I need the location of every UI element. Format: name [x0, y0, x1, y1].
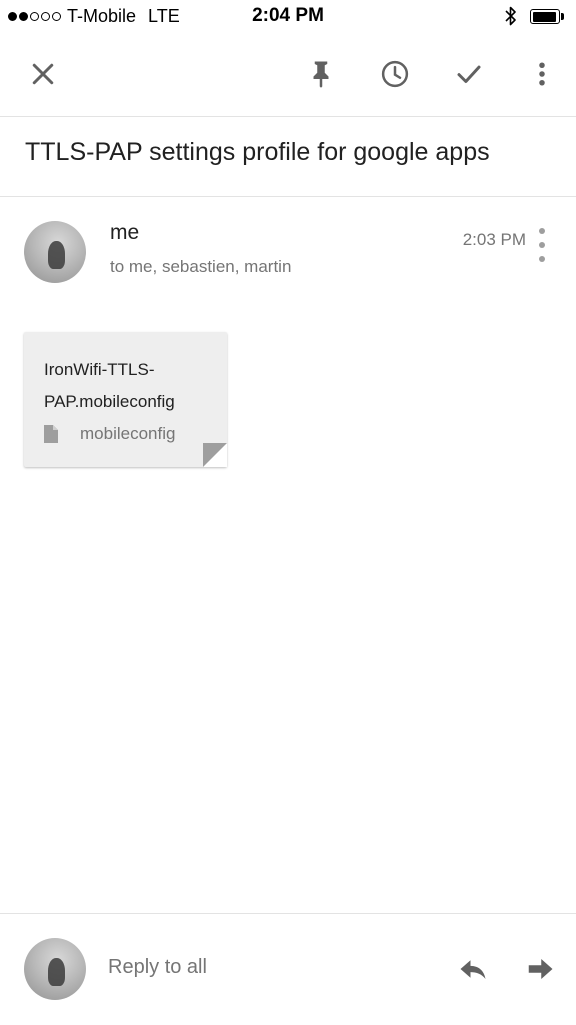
- status-bar: T-Mobile LTE 2:04 PM: [0, 0, 576, 34]
- recipients-list[interactable]: to me, sebastien, martin: [110, 257, 291, 277]
- attachment-name: IronWifi-TTLS-PAP.mobileconfig: [44, 360, 175, 411]
- battery-tip: [561, 13, 564, 20]
- more-vert-icon[interactable]: [522, 54, 562, 94]
- email-subject: TTLS-PAP settings profile for google app…: [25, 138, 490, 166]
- battery-icon: [530, 9, 560, 24]
- message-more-icon[interactable]: [532, 228, 552, 262]
- reply-all-input[interactable]: Reply to all: [108, 956, 207, 979]
- subject-divider: [0, 196, 576, 197]
- attachment-card[interactable]: IronWifi-TTLS-PAP.mobileconfig mobilecon…: [24, 332, 227, 467]
- check-icon[interactable]: [449, 54, 489, 94]
- pin-icon[interactable]: [301, 54, 341, 94]
- my-avatar: [24, 938, 86, 1000]
- attachment-fold: [203, 443, 227, 467]
- email-toolbar: [0, 34, 576, 117]
- file-icon: [44, 425, 58, 443]
- attachment-type-row: mobileconfig: [44, 424, 175, 444]
- message-time: 2:03 PM: [462, 230, 526, 249]
- clock-icon[interactable]: [375, 54, 415, 94]
- sender-avatar[interactable]: [24, 221, 86, 283]
- bluetooth-icon: [505, 6, 516, 26]
- close-icon[interactable]: [23, 54, 63, 94]
- reply-bar: Reply to all: [0, 913, 576, 1025]
- status-time: 2:04 PM: [252, 5, 324, 26]
- reply-icon[interactable]: [456, 952, 490, 986]
- sender-name[interactable]: me: [110, 221, 139, 245]
- battery-level: [532, 11, 557, 22]
- forward-icon[interactable]: [523, 952, 557, 986]
- attachment-type: mobileconfig: [80, 424, 176, 443]
